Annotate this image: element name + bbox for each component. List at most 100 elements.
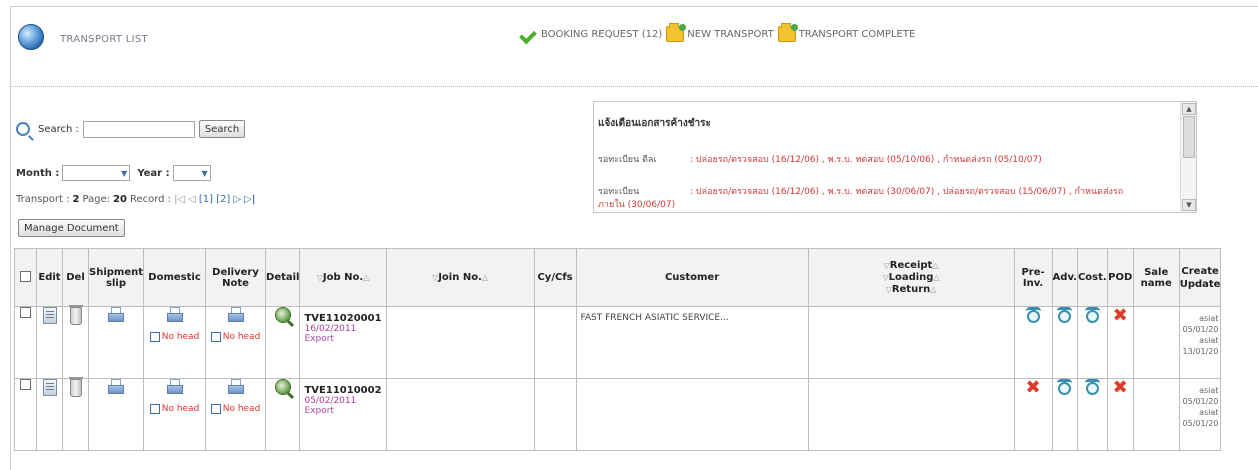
print-icon[interactable] xyxy=(227,307,245,323)
print-icon[interactable] xyxy=(107,379,125,395)
green-check-icon xyxy=(520,27,538,41)
last-page-button[interactable]: ▷| xyxy=(244,194,255,205)
create-by: asiat xyxy=(1199,386,1219,395)
no-head-label: No head xyxy=(222,404,261,414)
update-date: 05/01/20 xyxy=(1182,419,1219,428)
page-numbers[interactable]: [1] [2] xyxy=(199,194,231,205)
job-number[interactable]: TVE11010002 xyxy=(304,385,381,396)
table-header-row: Edit Del Shipment slip Domestic Delivery… xyxy=(14,248,1222,307)
sort-icon: △ xyxy=(933,272,940,282)
table-row: No head No head TVE11020001 16/02/2011 E… xyxy=(14,305,1222,379)
booking-request-label: BOOKING REQUEST (12) xyxy=(541,28,663,40)
notice-row: ภายใน (30/06/07) xyxy=(598,197,675,211)
row-checkbox[interactable] xyxy=(20,307,31,318)
alarm-clock-icon[interactable] xyxy=(1025,307,1041,324)
notice-row-key: รอทะเบียน ดีลเ xyxy=(598,155,657,165)
no-head-checkbox[interactable] xyxy=(149,404,160,414)
page-header: TRANSPORT LIST BOOKING REQUEST (12) NEW … xyxy=(10,8,1258,66)
no-head-label: No head xyxy=(161,404,200,414)
prev-page-button[interactable]: ◁ xyxy=(188,194,196,205)
col-del: Del xyxy=(62,248,89,307)
create-by: asiat xyxy=(1199,314,1219,323)
month-select[interactable]: ▼ xyxy=(62,165,131,181)
col-join-no[interactable]: ▽Join No.△ xyxy=(385,248,535,307)
col-receipt-label: Receipt xyxy=(889,259,933,271)
job-type: Export xyxy=(304,334,334,344)
search-button[interactable]: Search xyxy=(198,120,246,138)
date-filter-row: Month : ▼ Year : ▼ xyxy=(16,165,211,181)
update-by: asiat xyxy=(1199,408,1219,417)
notice-row: รอทะเบียน ดีลเ: ปล่อยรถ/ตรวจสอบ (16/12/0… xyxy=(598,152,1042,166)
row-checkbox[interactable] xyxy=(20,379,31,390)
search-row: Search : Search xyxy=(16,120,246,138)
notice-row-key: รอทะเบียน xyxy=(598,187,640,197)
print-icon[interactable] xyxy=(227,379,245,395)
edit-icon[interactable] xyxy=(42,307,57,324)
sort-icon: △ xyxy=(932,260,939,270)
alarm-clock-icon[interactable] xyxy=(1057,307,1073,324)
folder-new-icon xyxy=(666,23,687,42)
col-receipt-loading-return[interactable]: ▽Receipt△ ▽Loading△ ▽Return△ xyxy=(807,248,1015,307)
print-icon[interactable] xyxy=(107,307,125,323)
customer-name: FAST FRENCH ASIATIC SERVICE... xyxy=(580,313,729,323)
col-detail: Detail xyxy=(265,248,301,307)
first-page-button[interactable]: |◁ xyxy=(174,194,185,205)
select-all-checkbox[interactable] xyxy=(20,270,31,282)
new-transport-link[interactable]: NEW TRANSPORT xyxy=(666,23,774,42)
scroll-thumb[interactable] xyxy=(1183,116,1195,158)
notice-scrollbar[interactable]: ▲ ▼ xyxy=(1180,102,1196,212)
join-no-cell xyxy=(385,306,535,379)
notice-title: แจ้งเตือนเอกสารค้างชำระ xyxy=(598,118,711,129)
create-update-info: asiat 05/01/20 asiat 13/01/20 xyxy=(1180,307,1221,357)
col-edit: Edit xyxy=(36,248,63,307)
chevron-down-icon: ▼ xyxy=(121,168,128,178)
col-return-label: Return xyxy=(891,283,931,295)
record-label: Record : xyxy=(129,194,172,205)
year-select[interactable]: ▼ xyxy=(172,165,211,181)
print-icon[interactable] xyxy=(166,307,184,323)
red-x-icon[interactable]: ✖ xyxy=(1113,379,1128,397)
col-job-no[interactable]: ▽Job No.△ xyxy=(299,248,387,307)
month-label: Month : xyxy=(16,167,60,179)
red-x-icon[interactable]: ✖ xyxy=(1113,307,1128,325)
edit-icon[interactable] xyxy=(42,379,57,396)
next-page-button[interactable]: ▷ xyxy=(233,194,241,205)
globe-icon xyxy=(18,24,44,50)
search-input[interactable] xyxy=(82,120,195,138)
sort-icon: △ xyxy=(363,273,370,282)
no-head-checkbox[interactable] xyxy=(210,332,221,342)
header-divider xyxy=(10,86,1258,87)
booking-request-link[interactable]: BOOKING REQUEST (12) xyxy=(520,27,662,41)
new-transport-label: NEW TRANSPORT xyxy=(687,28,774,40)
no-head-label: No head xyxy=(222,332,261,342)
alarm-clock-icon[interactable] xyxy=(1084,379,1100,396)
select-all-header xyxy=(14,248,37,307)
job-number[interactable]: TVE11020001 xyxy=(304,313,381,324)
print-icon[interactable] xyxy=(166,379,184,395)
detail-search-icon[interactable] xyxy=(274,379,291,395)
col-join-label: Join No. xyxy=(438,272,482,283)
job-date: 05/02/2011 xyxy=(304,396,357,406)
transport-complete-link[interactable]: TRANSPORT COMPLETE xyxy=(777,23,915,42)
trash-icon[interactable] xyxy=(68,305,83,325)
col-delivery-note: Delivery Note xyxy=(205,248,267,307)
red-x-icon[interactable]: ✖ xyxy=(1026,379,1041,397)
manage-document-button[interactable]: Manage Document xyxy=(18,219,125,237)
sort-icon: △ xyxy=(930,284,937,294)
page-count: 20 xyxy=(113,194,127,205)
alarm-clock-icon[interactable] xyxy=(1084,307,1100,324)
alarm-clock-icon[interactable] xyxy=(1057,379,1073,396)
trash-icon[interactable] xyxy=(68,377,83,397)
no-head-checkbox[interactable] xyxy=(149,332,160,342)
update-by: asiat xyxy=(1199,336,1219,345)
no-head-checkbox[interactable] xyxy=(210,404,221,414)
scroll-down-icon[interactable]: ▼ xyxy=(1182,199,1196,211)
transport-count-label: Transport : xyxy=(16,194,70,205)
col-adv: Adv. xyxy=(1051,248,1078,307)
col-cy-cfs: Cy/Cfs xyxy=(533,248,577,307)
sale-name-cell xyxy=(1132,378,1180,451)
scroll-up-icon[interactable]: ▲ xyxy=(1182,103,1196,115)
pagination: Transport : 2 Page: 20 Record : |◁ ◁ [1]… xyxy=(16,194,255,205)
transport-count: 2 xyxy=(72,194,80,205)
detail-search-icon[interactable] xyxy=(274,307,291,323)
